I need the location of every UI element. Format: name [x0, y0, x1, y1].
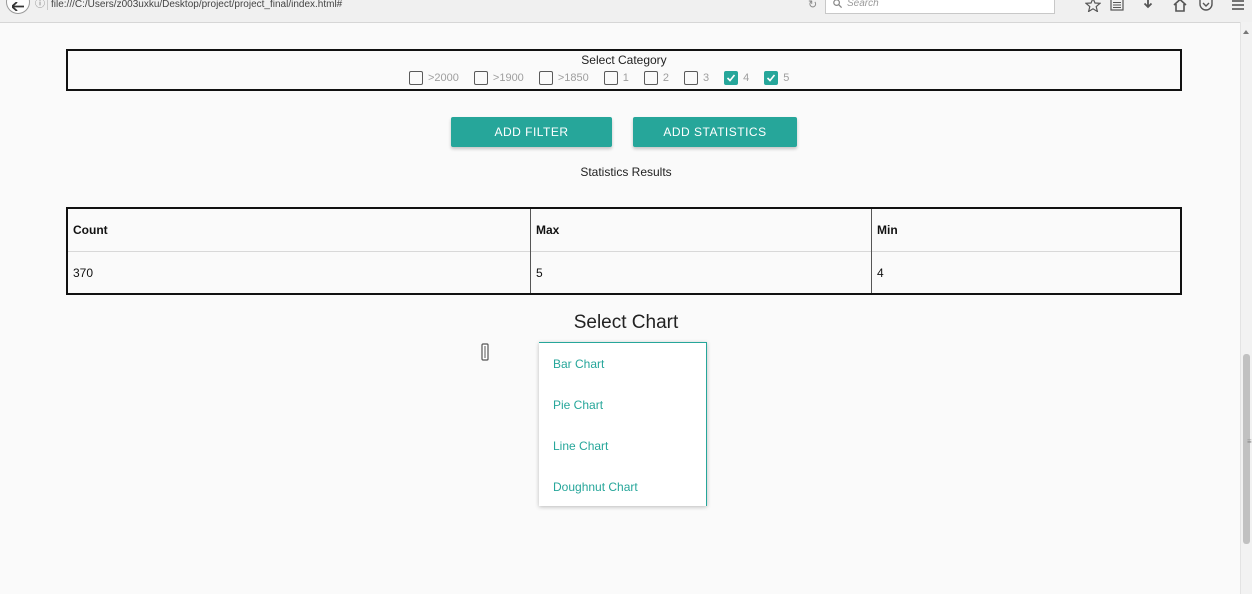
scroll-grip-icon: ≡ [1247, 437, 1252, 446]
column-divider [871, 209, 872, 293]
home-icon[interactable] [1172, 0, 1188, 12]
search-placeholder: Search [847, 0, 879, 9]
chart-option-line-chart[interactable]: Line Chart [539, 426, 706, 466]
scroll-up-arrow-icon[interactable] [1243, 30, 1249, 34]
chart-type-dropdown[interactable]: Bar Chart Pie Chart Line Chart Doughnut Cha… [539, 342, 707, 506]
table-row: 370 5 4 [68, 252, 1180, 294]
search-input[interactable]: Search [825, 0, 1055, 14]
bookmark-star-icon[interactable] [1085, 0, 1101, 12]
pocket-icon[interactable] [1198, 0, 1214, 12]
category-options: >2000 >1900 >1850 1 2 3 4 5 [409, 70, 804, 88]
category-option[interactable]: >2000 [409, 70, 459, 88]
statistics-table: Count Max Min 370 5 4 [66, 207, 1182, 295]
checkbox-unchecked[interactable] [683, 71, 698, 85]
check-icon [767, 74, 776, 82]
reload-icon[interactable]: ↻ [808, 0, 817, 11]
category-option[interactable]: >1850 [538, 70, 589, 88]
checkbox-unchecked[interactable] [643, 71, 658, 85]
column-divider [530, 209, 531, 293]
category-option-label: 4 [743, 72, 750, 84]
category-option-label: >1900 [492, 72, 524, 84]
cell-min: 4 [877, 266, 884, 280]
text-cursor-icon [481, 343, 489, 361]
category-panel: Select Category >2000 >1900 >1850 1 2 3 4 5 [66, 49, 1182, 91]
page-scrollbar[interactable] [1240, 22, 1252, 594]
statistics-caption: Statistics Results [580, 165, 672, 179]
table-header-row: Count Max Min [68, 209, 1180, 252]
category-title: Select Category [581, 53, 667, 67]
category-option[interactable]: >1900 [473, 70, 524, 88]
checkbox-checked[interactable] [724, 71, 739, 85]
category-option-label: 3 [702, 72, 710, 84]
add-filter-button[interactable]: ADD FILTER [451, 117, 612, 147]
category-option[interactable]: 4 [724, 70, 749, 88]
checkbox-unchecked[interactable] [473, 71, 488, 85]
reading-list-icon[interactable] [1109, 0, 1125, 12]
checkbox-unchecked[interactable] [538, 71, 553, 85]
header-min: Min [877, 223, 898, 237]
category-option-label: 1 [622, 72, 629, 84]
category-option[interactable]: 1 [603, 70, 629, 88]
scroll-thumb[interactable] [1243, 354, 1250, 544]
back-button[interactable] [6, 0, 30, 14]
header-max: Max [536, 223, 560, 237]
add-statistics-button[interactable]: ADD STATISTICS [633, 117, 797, 147]
checkbox-checked[interactable] [764, 71, 779, 85]
back-arrow-icon [12, 2, 24, 11]
category-option-label: >2000 [428, 72, 459, 84]
category-option[interactable]: 2 [643, 70, 669, 88]
chart-option-bar-chart[interactable]: Bar Chart [539, 344, 706, 384]
menu-icon[interactable] [1230, 0, 1246, 12]
search-icon [833, 0, 842, 8]
check-icon [727, 74, 736, 82]
category-option-label: 5 [783, 72, 790, 84]
checkbox-unchecked[interactable] [409, 71, 423, 85]
checkbox-unchecked[interactable] [603, 71, 618, 85]
cell-count: 370 [73, 266, 94, 280]
category-option-label: 2 [662, 72, 669, 84]
cell-max: 5 [536, 266, 543, 280]
url-field[interactable]: file:///C:/Users/z003uxku/Desktop/projec… [51, 0, 342, 10]
url-separator [47, 0, 48, 10]
header-count: Count [73, 223, 108, 237]
download-icon[interactable] [1140, 0, 1156, 12]
info-icon[interactable]: ⓘ [35, 0, 46, 11]
chart-option-pie-chart[interactable]: Pie Chart [539, 385, 706, 425]
category-option[interactable]: 5 [764, 70, 789, 88]
category-option[interactable]: 3 [683, 70, 710, 88]
browser-toolbar: ⓘ file:///C:/Users/z003uxku/Desktop/proj… [0, 0, 1252, 23]
category-option-label: >1850 [557, 72, 589, 84]
chart-option-doughnut-chart[interactable]: Doughnut Chart [539, 467, 706, 507]
select-chart-title: Select Chart [573, 312, 679, 333]
